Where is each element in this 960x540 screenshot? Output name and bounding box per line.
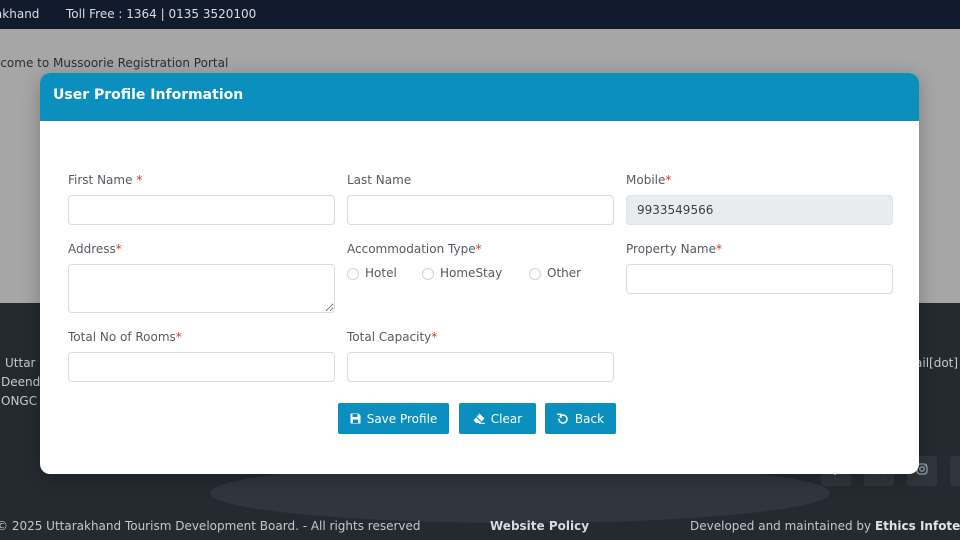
required-mark: * <box>716 242 722 256</box>
radio-label-other: Other <box>547 266 582 280</box>
radio-label-hotel: Hotel <box>365 266 397 280</box>
last-name-label: Last Name <box>347 173 412 187</box>
developer-credit-prefix: Developed and maintained by <box>690 519 875 533</box>
copyright-text: © 2025 Uttarakhand Tourism Development B… <box>0 519 421 533</box>
total-capacity-label-text: Total Capacity <box>347 330 432 344</box>
required-mark: * <box>115 242 122 256</box>
first-name-label: First Name * <box>68 173 142 187</box>
save-profile-button[interactable]: Save Profile <box>338 403 449 434</box>
back-label: Back <box>574 411 605 426</box>
footer-address-line: Deend <box>1 375 41 389</box>
undo-icon <box>556 412 569 425</box>
footer-address-line: ONGC <box>1 394 38 408</box>
last-name-input[interactable] <box>347 195 614 225</box>
mobile-label: Mobile* <box>626 173 671 187</box>
save-profile-label: Save Profile <box>366 411 438 426</box>
save-icon <box>350 413 361 424</box>
address-label-text: Address <box>68 242 116 256</box>
first-name-input[interactable] <box>68 195 335 225</box>
back-button[interactable]: Back <box>545 403 616 434</box>
required-mark: * <box>475 242 482 256</box>
total-capacity-label: Total Capacity* <box>347 330 437 344</box>
radio-button-hotel[interactable] <box>347 268 359 280</box>
top-bar: rakhand Toll Free : 1364 | 0135 3520100 <box>0 0 960 29</box>
total-rooms-label: Total No of Rooms* <box>68 330 182 344</box>
accommodation-type-label-text: Accommodation Type <box>347 242 476 256</box>
toll-free-text: Toll Free : 1364 | 0135 3520100 <box>66 7 257 21</box>
mobile-input[interactable] <box>626 195 893 225</box>
mobile-label-text: Mobile <box>626 173 666 187</box>
website-policy-link[interactable]: Website Policy <box>490 519 589 533</box>
total-capacity-input[interactable] <box>347 352 614 382</box>
first-name-label-text: First Name <box>68 173 133 187</box>
radio-button-homestay[interactable] <box>422 268 434 280</box>
modal-title: User Profile Information <box>53 87 244 103</box>
radio-label-homestay: HomeStay <box>440 266 503 280</box>
modal-header: User Profile Information <box>40 73 919 121</box>
address-label: Address* <box>68 242 122 256</box>
radio-button-other[interactable] <box>529 268 541 280</box>
required-mark: * <box>665 173 672 187</box>
property-name-input[interactable] <box>626 264 893 294</box>
footer-email: ail[dot] <box>915 356 959 370</box>
welcome-text: lcome to Mussoorie Registration Portal <box>0 56 229 70</box>
required-mark: * <box>136 173 143 187</box>
property-name-label-text: Property Name <box>626 242 716 256</box>
required-mark: * <box>431 330 438 344</box>
required-mark: * <box>175 330 182 344</box>
eraser-icon <box>473 413 485 424</box>
clear-label: Clear <box>490 411 523 426</box>
developer-credit: Developed and maintained by Ethics Infot… <box>690 519 960 533</box>
developer-company-link[interactable]: Ethics Infote <box>875 519 960 533</box>
address-textarea[interactable] <box>68 264 335 313</box>
total-rooms-label-text: Total No of Rooms <box>68 330 176 344</box>
footer-address-line: Uttar <box>5 356 36 370</box>
property-name-label: Property Name* <box>626 242 722 256</box>
top-bar-brand: rakhand <box>0 7 40 21</box>
user-profile-modal: User Profile Information First Name * La… <box>40 73 919 474</box>
accommodation-type-label: Accommodation Type* <box>347 242 482 256</box>
total-rooms-input[interactable] <box>68 352 335 382</box>
social-icon[interactable] <box>950 456 960 486</box>
clear-button[interactable]: Clear <box>459 403 536 434</box>
